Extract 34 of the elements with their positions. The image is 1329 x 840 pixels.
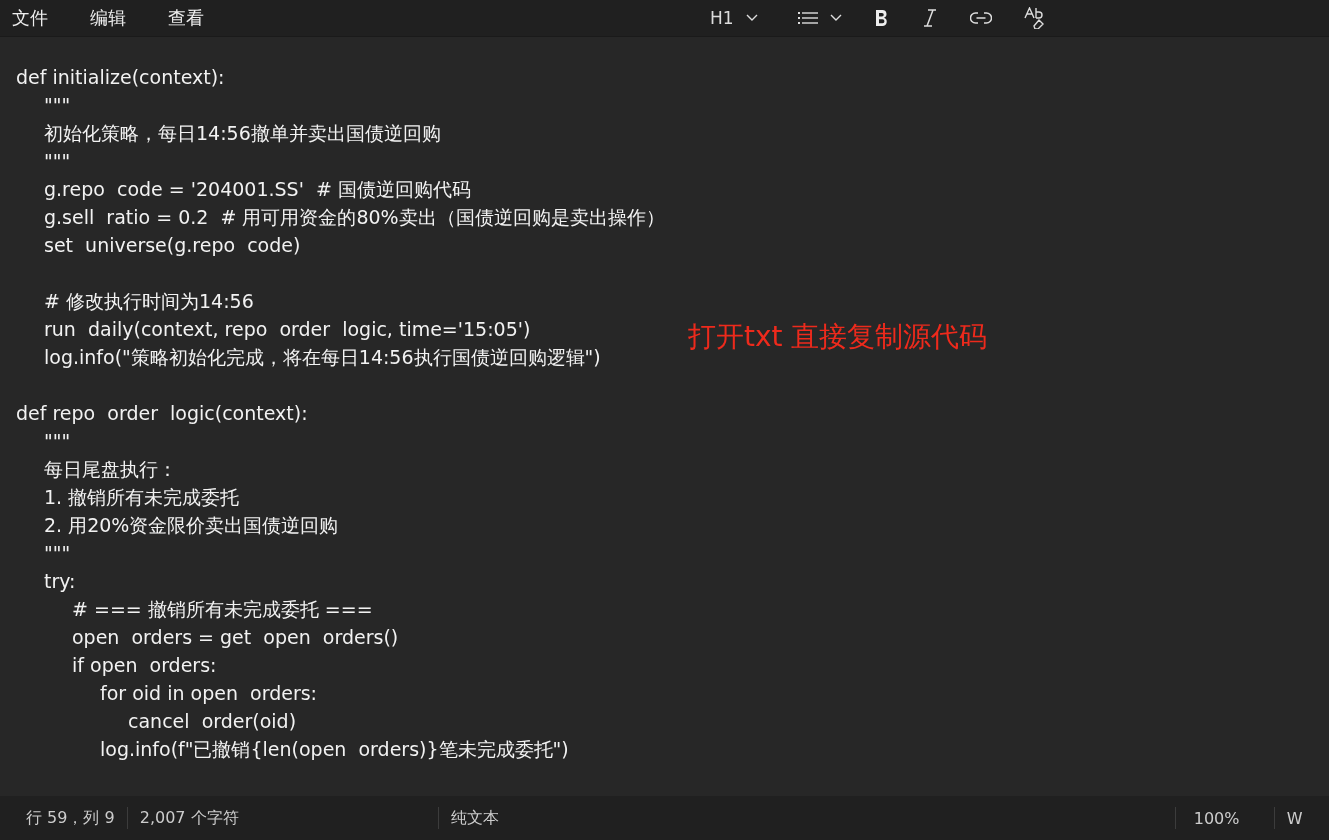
code-line: """ <box>44 541 71 566</box>
code-line: cancel order(oid) <box>128 709 297 734</box>
code-line: """ <box>44 93 71 118</box>
code-line: def repo order logic(context): <box>16 401 308 426</box>
menu-item[interactable]: 查看 <box>160 4 212 32</box>
code-line: run daily(context, repo order logic, time='15:05') <box>44 317 531 342</box>
code-line: """ <box>44 429 71 454</box>
code-line: try: <box>44 569 76 594</box>
code-line: def initialize(context): <box>16 65 225 90</box>
code-line: g.repo code = '204001.SS' # 国债逆回购代码 <box>44 177 471 202</box>
code-line: set universe(g.repo code) <box>44 233 301 258</box>
code-line: # === 撤销所有未完成委托 === <box>72 597 373 622</box>
code-line: 2. 用20%资金限价卖出国债逆回购 <box>44 513 339 538</box>
code-line: g.sell ratio = 0.2 # 用可用资金的80%卖出（国债逆回购是卖出操作） <box>44 205 665 230</box>
code-line: for oid in open orders: <box>100 681 317 706</box>
code-line: # 修改执行时间为14:56 <box>44 289 254 314</box>
code-line: """ <box>44 149 71 174</box>
code-line: if open orders: <box>72 653 217 678</box>
menu-item[interactable]: 编辑 <box>82 4 134 32</box>
code-line: log.info("策略初始化完成，将在每日14:56执行国债逆回购逻辑") <box>44 345 601 370</box>
heading-dropdown[interactable]: H1 <box>704 4 764 32</box>
code-line: 初始化策略，每日14:56撤单并卖出国债逆回购 <box>44 121 441 146</box>
cursor-position: 行 59，列 9 <box>25 807 116 829</box>
annotation-text: 打开txt 直接复制源代码 <box>688 319 988 355</box>
caret-icon <box>745 14 758 22</box>
code-line: open orders = get open orders() <box>72 625 399 650</box>
text-format: 纯文本 <box>449 807 500 829</box>
zoom-level: 100% <box>1192 808 1241 828</box>
character-count: 2,007 个字符 <box>138 807 240 829</box>
code-line: log.info(f"已撤销{len(open orders)}笔未完成委托") <box>100 737 569 762</box>
code-line: 每日尾盘执行： <box>44 457 177 482</box>
code-line: 1. 撤销所有未完成委托 <box>44 485 240 510</box>
menu-item[interactable]: 文件 <box>4 4 56 32</box>
line-ending: W <box>1285 808 1304 828</box>
